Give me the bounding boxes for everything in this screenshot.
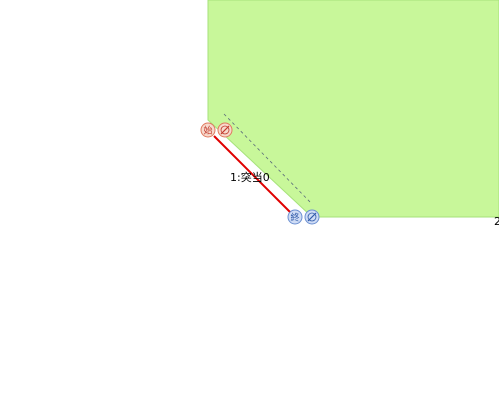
end-mode-marker[interactable] (304, 209, 320, 225)
segment-label: 1:突当0 (230, 170, 270, 184)
drawing-canvas[interactable]: 1:突当0 始 終 2 (0, 0, 499, 408)
edge-label: 2 (494, 215, 499, 228)
start-marker[interactable]: 始 (200, 122, 216, 138)
end-marker-glyph: 終 (290, 212, 299, 224)
start-mode-marker[interactable] (217, 122, 233, 138)
start-marker-glyph: 始 (203, 125, 212, 137)
end-marker[interactable]: 終 (287, 209, 303, 225)
